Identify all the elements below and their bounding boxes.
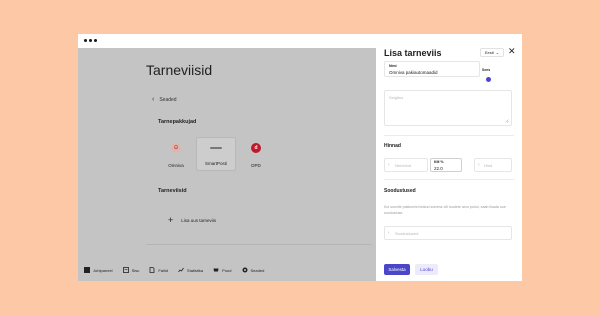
discounts-input[interactable]: ‹ Soodustused <box>384 226 512 240</box>
nav-item-settings[interactable]: Seaded <box>242 267 265 273</box>
provider-name: SmartPosti <box>204 161 227 166</box>
vat-label: KM % <box>434 160 444 164</box>
app-window: Tarneviisid ‹ Seaded Tarnepakkujad Ω Omn… <box>78 34 522 281</box>
divider <box>384 179 514 180</box>
back-label: Seaded <box>159 96 177 103</box>
menu-dots-icon[interactable] <box>84 39 97 42</box>
content-icon <box>122 267 129 273</box>
nav-label: Sisu <box>131 267 140 273</box>
name-value: Omniva pakiautomaadid <box>389 70 438 75</box>
add-method-panel: Lisa tarneviis Eesti ⌄ ✕ Nimi Omniva pak… <box>376 46 522 281</box>
chevron-left-icon: ‹ <box>388 230 390 236</box>
nav-label: Failid <box>158 267 168 273</box>
chevron-left-icon: ‹ <box>388 162 390 168</box>
section-title-methods: Tarneviisid <box>158 188 187 194</box>
description-textarea[interactable]: Selgitus <box>384 90 512 126</box>
prices-heading: Hinnad <box>384 143 401 149</box>
discounts-heading: Soodustused <box>384 188 416 194</box>
net-price-placeholder: Netohind <box>395 163 412 168</box>
back-link[interactable]: ‹ Seaded <box>152 96 177 103</box>
dpd-logo-icon: d <box>251 143 261 153</box>
section-title-providers: Tarnepakkujad <box>158 119 197 125</box>
discounts-help-text: Kui soovite pakkumisi teatud summa või t… <box>384 205 506 215</box>
provider-card-dpd[interactable]: d DPD <box>236 138 276 172</box>
chevron-left-icon: ‹ <box>478 162 480 168</box>
save-button[interactable]: Salvesta <box>384 264 410 275</box>
gross-price-input[interactable]: ‹ Hind <box>474 158 512 172</box>
nav-label: Seaded <box>250 267 265 273</box>
nav-item-stats[interactable]: Statistika <box>178 267 203 273</box>
add-method-button[interactable]: + Lisa uus tarneviis <box>168 216 216 225</box>
provider-name: Omniva <box>168 163 184 168</box>
dashboard-icon <box>84 267 90 273</box>
status-toggle[interactable] <box>486 77 491 82</box>
omniva-logo-icon: Ω <box>171 143 181 153</box>
nav-item-shop[interactable]: Pood <box>213 267 232 273</box>
discounts-placeholder: Soodustused <box>395 231 419 236</box>
chevron-down-icon: ⌄ <box>495 50 500 55</box>
nav-label: Statistika <box>186 267 204 273</box>
nav-label: Juhtpaneel <box>93 267 113 273</box>
files-icon <box>149 267 155 273</box>
provider-card-omniva[interactable]: Ω Omniva <box>156 138 196 172</box>
description-placeholder: Selgitus <box>389 95 404 100</box>
chevron-left-icon: ‹ <box>152 96 155 103</box>
provider-name: DPD <box>251 163 261 168</box>
name-label: Nimi <box>389 64 397 68</box>
main-content: Tarneviisid ‹ Seaded Tarnepakkujad Ω Omn… <box>78 48 376 281</box>
vat-value: 22.0 <box>434 166 443 171</box>
stats-icon <box>178 267 184 273</box>
plus-icon: + <box>168 215 174 225</box>
page-title: Tarneviisid <box>146 62 213 78</box>
nav-item-content[interactable]: Sisu <box>122 267 140 273</box>
divider <box>146 244 372 245</box>
nav-label: Pood <box>222 267 232 273</box>
language-select[interactable]: Eesti ⌄ <box>480 48 504 57</box>
nav-item-dashboard[interactable]: Juhtpaneel <box>84 267 113 273</box>
language-value: Eesti <box>484 50 494 55</box>
bottom-navigation: Juhtpaneel Sisu Failid Statistika Pood S… <box>84 267 264 273</box>
resize-handle-icon[interactable] <box>505 119 509 123</box>
vat-input[interactable]: KM % 22.0 <box>430 158 462 172</box>
cancel-button[interactable]: Loobu <box>415 264 438 275</box>
on-label: Sees <box>482 68 491 72</box>
divider <box>384 135 514 136</box>
nav-item-files[interactable]: Failid <box>149 267 168 273</box>
shop-icon <box>213 268 219 272</box>
panel-title: Lisa tarneviis <box>384 48 442 58</box>
settings-icon <box>242 267 247 273</box>
net-price-input[interactable]: ‹ Netohind <box>384 158 428 172</box>
provider-card-smartposti[interactable]: SmartPosti <box>196 137 236 171</box>
name-field[interactable]: Nimi Omniva pakiautomaadid <box>384 61 480 77</box>
gross-price-placeholder: Hind <box>484 163 493 168</box>
window-topbar <box>78 34 522 48</box>
close-icon[interactable]: ✕ <box>508 46 516 57</box>
smartposti-logo-icon <box>210 147 222 149</box>
add-method-label: Lisa uus tarneviis <box>181 218 217 223</box>
